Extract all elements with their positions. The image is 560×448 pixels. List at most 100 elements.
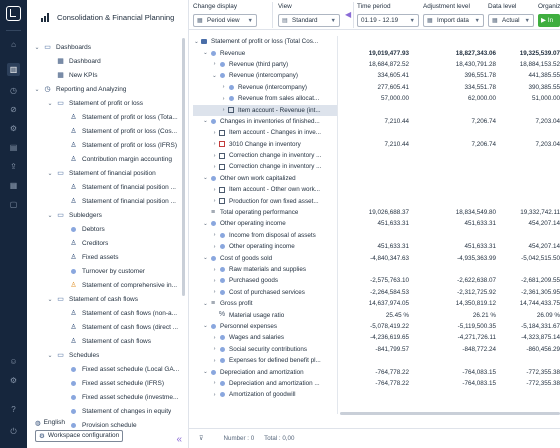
value-cell[interactable]: -4,840,347.63 bbox=[339, 255, 409, 262]
row-label-cell[interactable]: › Wages and salaries bbox=[193, 332, 337, 343]
chevron-right-icon[interactable]: › bbox=[220, 107, 227, 113]
row-label-cell[interactable]: ⌄ Personnel expenses bbox=[193, 321, 337, 332]
sidebar-item[interactable]: ⌄ ▭ Schedules bbox=[27, 348, 183, 362]
chevron-down-icon[interactable]: ⌄ bbox=[202, 50, 209, 56]
sidebar-item[interactable]: Turnover by customer bbox=[27, 264, 183, 278]
chevron-right-icon[interactable]: › bbox=[211, 244, 218, 250]
sidebar-item[interactable]: ♙ Statement of financial position ... bbox=[27, 194, 183, 208]
value-cell[interactable]: 18,430,791.28 bbox=[426, 61, 496, 68]
row-label-cell[interactable]: ≡ Total operating performance bbox=[193, 207, 337, 218]
row-label-cell[interactable]: › 3010 Change in inventory bbox=[193, 139, 337, 150]
value-cell[interactable]: -764,083.15 bbox=[426, 369, 496, 376]
row-label-cell[interactable]: ⌄ ≡ Gross profit bbox=[193, 298, 337, 309]
row-label-cell[interactable]: › Raw materials and supplies bbox=[193, 264, 337, 275]
row-label-cell[interactable]: › Correction change in inventory ... bbox=[193, 161, 337, 172]
row-label-cell[interactable]: › Production for own fixed asset... bbox=[193, 196, 337, 207]
organization-button[interactable]: ▶ In bbox=[538, 14, 560, 27]
user-icon[interactable]: ☺ bbox=[7, 355, 20, 368]
value-cell[interactable]: 19,026,688.37 bbox=[339, 209, 409, 216]
value-cell[interactable]: 451,633.31 bbox=[426, 243, 496, 250]
sidebar-item[interactable]: ♙ Statement of cash flows bbox=[27, 334, 183, 348]
table-row[interactable]: › Revenue from sales allocat... 57,000.00 6… bbox=[189, 93, 560, 104]
table-row[interactable]: › Wages and salaries -4,236,619.65 -4,271,7… bbox=[189, 332, 560, 343]
value-cell[interactable]: -2,681,209.55 bbox=[490, 277, 560, 284]
chevron-down-icon[interactable]: ⌄ bbox=[46, 296, 54, 303]
sidebar-item[interactable]: ♙ Statement of cash flows (non-a... bbox=[27, 306, 183, 320]
value-cell[interactable]: 19,325,539.07 bbox=[490, 50, 560, 57]
value-cell[interactable]: -2,361,305.95 bbox=[490, 289, 560, 296]
value-cell[interactable]: 18,684,872.52 bbox=[339, 61, 409, 68]
chevron-right-icon[interactable]: › bbox=[211, 198, 218, 204]
chevron-down-icon[interactable]: ⌄ bbox=[211, 73, 218, 79]
row-label-cell[interactable]: › Item account - Revenue (int... bbox=[193, 104, 337, 116]
row-label-cell[interactable]: ⌄ Other own work capitalized bbox=[193, 173, 337, 184]
chevron-down-icon[interactable]: ⌄ bbox=[202, 175, 209, 181]
value-cell[interactable]: 51,000.00 bbox=[490, 95, 560, 102]
value-cell[interactable]: 7,203.04 bbox=[490, 141, 560, 148]
row-label-cell[interactable]: ⌄ Cost of goods sold bbox=[193, 253, 337, 264]
help-icon[interactable]: ? bbox=[7, 403, 20, 416]
row-label-cell[interactable]: › Amortization of goodwill bbox=[193, 389, 337, 400]
table-row[interactable]: › Raw materials and supplies bbox=[189, 264, 560, 275]
chevron-right-icon[interactable]: › bbox=[220, 96, 227, 102]
chevron-right-icon[interactable]: › bbox=[211, 289, 218, 295]
app-logo-icon[interactable] bbox=[6, 6, 21, 21]
chevron-down-icon[interactable]: ⌄ bbox=[193, 39, 200, 45]
value-cell[interactable]: -4,236,619.65 bbox=[339, 334, 409, 341]
chevron-down-icon[interactable]: ⌄ bbox=[46, 170, 54, 177]
sidebar-scrollbar[interactable] bbox=[182, 38, 185, 296]
value-cell[interactable]: -2,575,763.10 bbox=[339, 277, 409, 284]
table-row[interactable]: ⌄ ≡ Gross profit 14,637,974.05 14,350,819.12… bbox=[189, 298, 560, 309]
chevron-right-icon[interactable]: › bbox=[211, 358, 218, 364]
chevron-right-icon[interactable]: › bbox=[211, 346, 218, 352]
table-row[interactable]: ≡ Total operating performance 19,026,688.3… bbox=[189, 207, 560, 218]
row-label-cell[interactable]: › Expenses for defined benefit pl... bbox=[193, 355, 337, 366]
value-cell[interactable]: -2,622,638.07 bbox=[426, 277, 496, 284]
value-cell[interactable]: 441,385.55 bbox=[490, 72, 560, 79]
chevron-down-icon[interactable]: ⌄ bbox=[46, 212, 54, 219]
row-label-cell[interactable]: › Other operating income bbox=[193, 241, 337, 252]
chevron-right-icon[interactable]: › bbox=[211, 392, 218, 398]
sidebar-item[interactable]: ♙ Statement of profit or loss (IFRS) bbox=[27, 138, 183, 152]
sidebar-item[interactable]: ♙ Statement of comprehensive in... bbox=[27, 278, 183, 292]
chevron-right-icon[interactable]: › bbox=[211, 267, 218, 273]
value-cell[interactable]: 390,385.55 bbox=[490, 84, 560, 91]
table-row[interactable]: ⌄ Revenue (intercompany) 334,605.41 396,551… bbox=[189, 70, 560, 81]
sidebar-item[interactable]: ▦ Dashboard bbox=[27, 54, 183, 68]
table-row[interactable]: › Correction change in inventory ... bbox=[189, 150, 560, 161]
row-label-cell[interactable]: › Social security contributions bbox=[193, 344, 337, 355]
value-cell[interactable]: -5,119,500.35 bbox=[426, 323, 496, 330]
chevron-right-icon[interactable]: › bbox=[211, 380, 218, 386]
table-row[interactable]: › Cost of purchased services -2,264,584.53… bbox=[189, 287, 560, 298]
sidebar-item[interactable]: ⌄ ▭ Subledgers bbox=[27, 208, 183, 222]
chevron-down-icon[interactable]: ⌄ bbox=[202, 323, 209, 329]
sidebar-item[interactable]: ♙ Creditors bbox=[27, 236, 183, 250]
chevron-down-icon[interactable]: ⌄ bbox=[46, 100, 54, 107]
value-cell[interactable]: 26.09 % bbox=[490, 312, 560, 319]
value-cell[interactable]: 57,000.00 bbox=[339, 95, 409, 102]
value-cell[interactable]: -848,772.24 bbox=[426, 346, 496, 353]
value-cell[interactable]: 7,210.44 bbox=[339, 118, 409, 125]
value-cell[interactable]: -772,355.38 bbox=[490, 380, 560, 387]
value-cell[interactable]: 454,207.14 bbox=[490, 243, 560, 250]
row-label-cell[interactable]: › Item account - Changes in inve... bbox=[193, 127, 337, 138]
value-cell[interactable]: -5,042,515.50 bbox=[490, 255, 560, 262]
value-cell[interactable]: 19,019,477.93 bbox=[339, 50, 409, 57]
compass-icon[interactable]: ⊘ bbox=[7, 103, 20, 116]
chevron-right-icon[interactable]: › bbox=[211, 61, 218, 67]
value-cell[interactable]: 7,206.74 bbox=[426, 118, 496, 125]
row-label-cell[interactable]: ⌄ Revenue (intercompany) bbox=[193, 70, 337, 81]
value-cell[interactable]: -2,264,584.53 bbox=[339, 289, 409, 296]
sidebar-item[interactable]: Fixed asset schedule (IFRS) bbox=[27, 376, 183, 390]
table-row[interactable]: › Other operating income 451,633.31 451,633… bbox=[189, 241, 560, 252]
value-cell[interactable]: 451,633.31 bbox=[339, 243, 409, 250]
row-label-cell[interactable]: ⌄ Statement of profit or loss (Total Cos.… bbox=[193, 36, 337, 47]
chevron-down-icon[interactable]: ⌄ bbox=[202, 255, 209, 261]
value-cell[interactable]: 7,210.44 bbox=[339, 141, 409, 148]
sidebar-item[interactable]: ⌄ ▭ Statement of cash flows bbox=[27, 292, 183, 306]
value-cell[interactable]: 451,633.31 bbox=[339, 220, 409, 227]
table-icon[interactable]: ▤ bbox=[7, 141, 20, 154]
chevron-down-icon[interactable]: ⌄ bbox=[33, 86, 41, 93]
table-row[interactable]: › Amortization of goodwill bbox=[189, 389, 560, 400]
value-cell[interactable]: 26.21 % bbox=[426, 312, 496, 319]
